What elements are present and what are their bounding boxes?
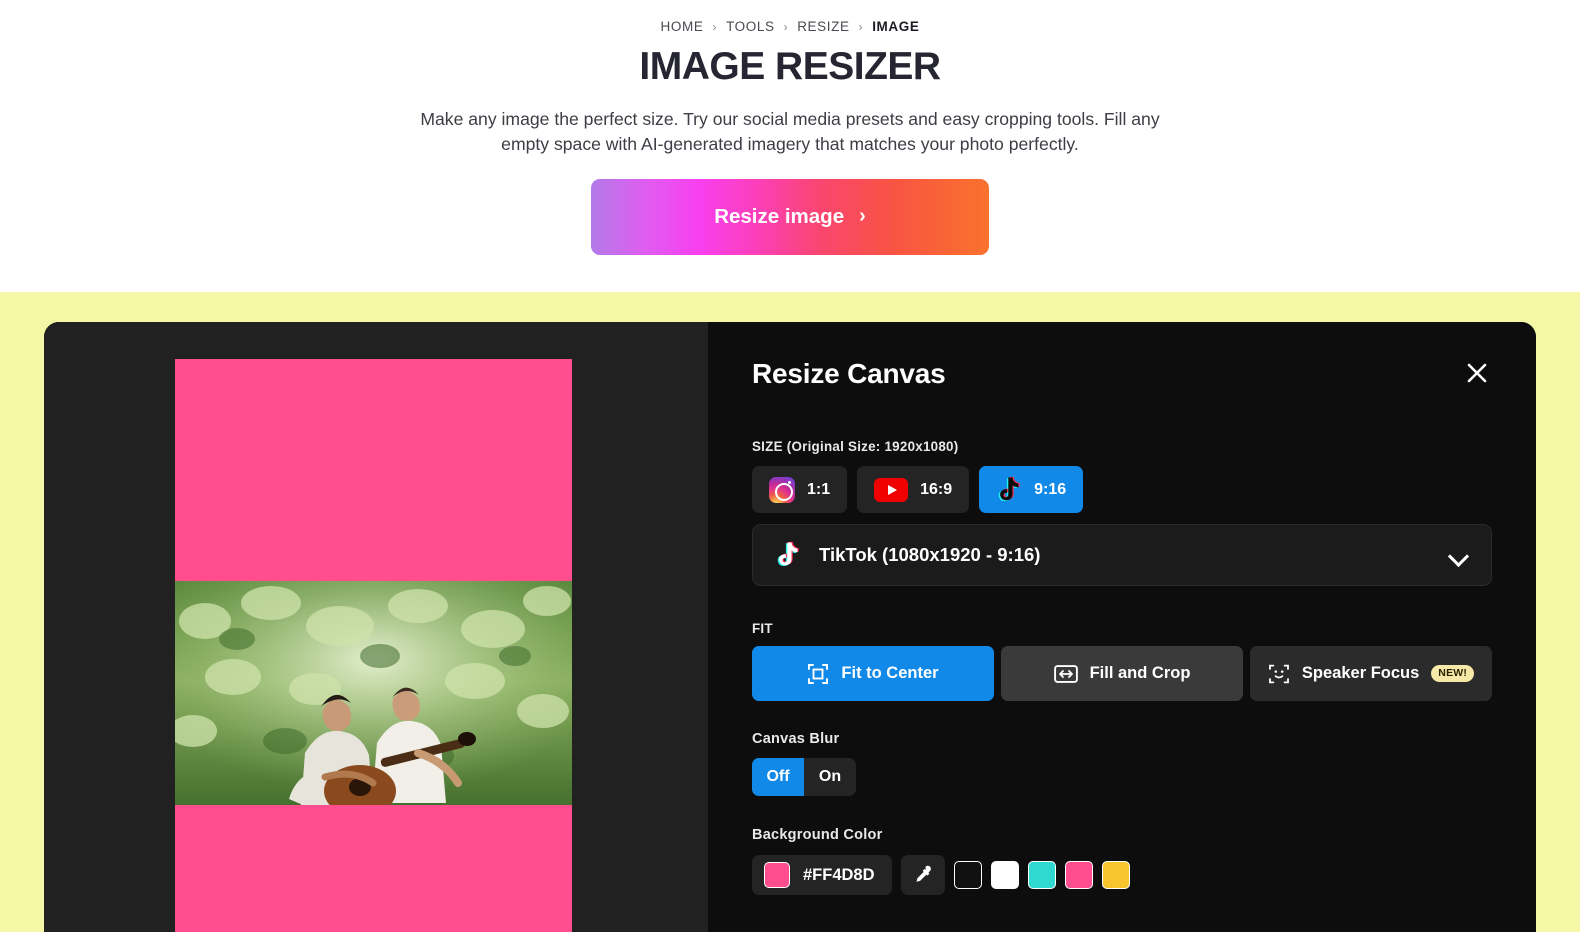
chevron-right-icon: › (859, 205, 866, 228)
breadcrumb: HOME › TOOLS › RESIZE › IMAGE (661, 19, 920, 34)
fill-and-crop-button[interactable]: Fill and Crop (1001, 646, 1243, 701)
tiktok-icon (777, 541, 799, 567)
size-preset-dropdown[interactable]: TikTok (1080x1920 - 9:16) (752, 524, 1492, 586)
swatch-yellow[interactable] (1101, 861, 1130, 889)
horizontal-arrows-icon (1053, 664, 1078, 683)
fill-and-crop-label: Fill and Crop (1089, 664, 1191, 682)
crop-frame-icon (808, 663, 829, 684)
background-color-label: Background Color (752, 827, 883, 843)
resize-image-button[interactable]: Resize image › (591, 179, 989, 256)
hero-description: Make any image the perfect size. Try our… (420, 109, 1160, 155)
modal-title: Resize Canvas (752, 358, 946, 389)
new-badge: NEW! (1431, 665, 1475, 682)
close-icon (1467, 363, 1487, 383)
preview-panel (44, 322, 708, 932)
preset-youtube-16-9[interactable]: 16:9 (857, 466, 970, 513)
swatch-black[interactable] (953, 861, 982, 889)
chevron-down-icon[interactable] (1449, 549, 1469, 561)
source-photo (175, 581, 572, 805)
size-preset-value: TikTok (1080x1920 - 9:16) (819, 544, 1041, 565)
swatch-teal[interactable] (1027, 861, 1056, 889)
resize-canvas-modal: Resize Canvas SIZE (Original Size: 1920x… (44, 322, 1536, 932)
aspect-preset-row: 1:1 16:9 9:16 (752, 466, 1492, 513)
fit-options-row: Fit to Center Fill and Crop Speaker Focu… (752, 646, 1492, 701)
background-color-row: #FF4D8D (752, 855, 1492, 895)
hex-color-field[interactable]: #FF4D8D (752, 855, 892, 895)
canvas-preview[interactable] (175, 359, 572, 932)
instagram-icon (769, 476, 795, 503)
speaker-focus-label: Speaker Focus (1301, 664, 1420, 682)
size-section-label: SIZE (Original Size: 1920x1080) (752, 439, 959, 454)
breadcrumb-item-resize[interactable]: RESIZE (797, 19, 849, 34)
breadcrumb-item-image: IMAGE (872, 19, 920, 34)
canvas-blur-on-button[interactable]: On (804, 758, 856, 796)
swatch-pink[interactable] (1064, 861, 1093, 889)
fit-to-center-button[interactable]: Fit to Center (752, 646, 994, 701)
settings-panel: Resize Canvas SIZE (Original Size: 1920x… (708, 322, 1536, 932)
current-color-swatch (764, 862, 790, 888)
preset-instagram-label: 1:1 (807, 480, 831, 498)
youtube-icon (874, 477, 909, 502)
preset-instagram-1-1[interactable]: 1:1 (752, 466, 848, 513)
page-title: IMAGE RESIZER (639, 45, 941, 88)
preset-tiktok-label: 9:16 (1034, 480, 1067, 498)
eyedropper-icon (916, 865, 931, 882)
canvas-blur-label: Canvas Blur (752, 731, 840, 747)
preset-tiktok-9-16[interactable]: 9:16 (979, 466, 1084, 513)
resize-image-button-label: Resize image (714, 205, 845, 229)
close-button[interactable] (1458, 354, 1496, 392)
canvas-blur-off-button[interactable]: Off (752, 758, 804, 796)
face-detect-icon (1269, 664, 1289, 683)
canvas-blur-toggle: Off On (752, 758, 856, 796)
tiktok-icon (998, 476, 1020, 501)
preset-youtube-label: 16:9 (920, 480, 953, 498)
breadcrumb-item-home[interactable]: HOME (661, 19, 704, 34)
speaker-focus-button[interactable]: Speaker Focus NEW! (1250, 646, 1492, 701)
hero-section: HOME › TOOLS › RESIZE › IMAGE IMAGE RESI… (0, 0, 1580, 292)
breadcrumb-separator-icon: › (712, 19, 718, 34)
breadcrumb-separator-icon: › (858, 19, 864, 34)
fit-section-label: FIT (752, 621, 773, 636)
breadcrumb-separator-icon: › (783, 19, 789, 34)
breadcrumb-item-tools[interactable]: TOOLS (726, 19, 775, 34)
fit-to-center-label: Fit to Center (841, 664, 939, 682)
settings-header: Resize Canvas (752, 350, 1492, 392)
photo-illustration (175, 581, 572, 805)
swatch-white[interactable] (990, 861, 1019, 889)
hex-color-value: #FF4D8D (803, 865, 875, 884)
eyedropper-button[interactable] (900, 855, 945, 895)
